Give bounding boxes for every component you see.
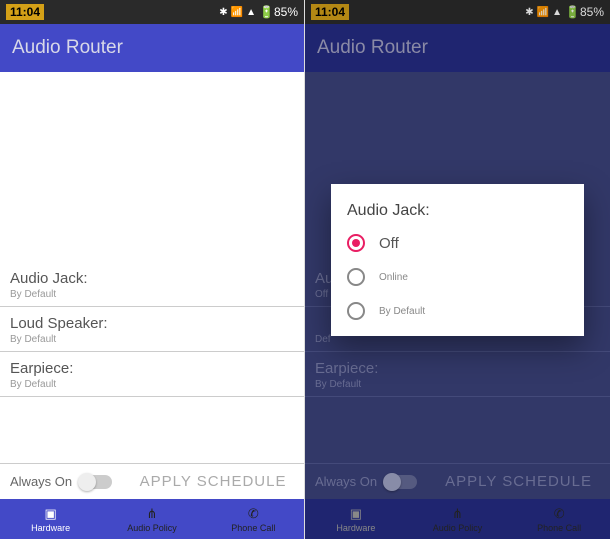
bottom-nav: ▣ Hardware ⋔ Audio Policy ✆ Phone Call (0, 499, 304, 539)
setting-earpiece: Earpiece: By Default (305, 352, 610, 397)
status-icons: ✱ 📶 ▲ 🔋85% (525, 5, 604, 19)
always-on-toggle (385, 475, 417, 489)
chip-icon: ▣ (350, 506, 362, 522)
apply-schedule-button: APPLY SCHEDULE (437, 473, 600, 490)
signal-icon: 📶 (231, 7, 243, 18)
phone-icon: ✆ (554, 506, 565, 522)
nav-phone-call: ✆ Phone Call (508, 499, 610, 539)
share-icon: ⋔ (452, 506, 463, 522)
setting-audio-jack[interactable]: Audio Jack: By Default (0, 262, 304, 307)
always-on-toggle[interactable] (80, 475, 112, 489)
share-icon: ⋔ (147, 506, 158, 522)
main-content: Audio Jack: By Default Loud Speaker: By … (0, 72, 304, 463)
chip-icon: ▣ (45, 506, 57, 522)
always-on-label: Always On (10, 474, 72, 489)
bluetooth-icon: ✱ (525, 7, 533, 18)
wifi-icon: ▲ (246, 7, 256, 18)
wifi-icon: ▲ (552, 7, 562, 18)
app-title: Audio Router (317, 37, 428, 59)
radio-option-off[interactable]: Off (347, 234, 568, 252)
status-bar: 11:04 ✱ 📶 ▲ 🔋85% (0, 0, 304, 24)
radio-icon (347, 234, 365, 252)
radio-icon (347, 268, 365, 286)
screen-left: 11:04 ✱ 📶 ▲ 🔋85% Audio Router Audio Jack… (0, 0, 305, 539)
bottom-row: Always On APPLY SCHEDULE (305, 463, 610, 499)
dialog-title: Audio Jack: (347, 202, 568, 220)
nav-audio-policy[interactable]: ⋔ Audio Policy (101, 499, 202, 539)
app-title: Audio Router (12, 37, 123, 59)
status-time: 11:04 (311, 4, 349, 20)
battery-indicator: 🔋85% (565, 5, 604, 19)
content-spacer (0, 72, 304, 262)
nav-hardware[interactable]: ▣ Hardware (0, 499, 101, 539)
nav-audio-policy: ⋔ Audio Policy (407, 499, 509, 539)
app-header: Audio Router (305, 24, 610, 72)
setting-earpiece[interactable]: Earpiece: By Default (0, 352, 304, 397)
nav-hardware: ▣ Hardware (305, 499, 407, 539)
bottom-row: Always On APPLY SCHEDULE (0, 463, 304, 499)
signal-icon: 📶 (537, 7, 549, 18)
setting-loud-speaker[interactable]: Loud Speaker: By Default (0, 307, 304, 352)
status-time: 11:04 (6, 4, 44, 20)
status-bar: 11:04 ✱ 📶 ▲ 🔋85% (305, 0, 610, 24)
phone-icon: ✆ (248, 506, 259, 522)
battery-indicator: 🔋85% (259, 5, 298, 19)
bottom-nav: ▣ Hardware ⋔ Audio Policy ✆ Phone Call (305, 499, 610, 539)
radio-option-online[interactable]: Online (347, 268, 568, 286)
bluetooth-icon: ✱ (219, 7, 227, 18)
radio-icon (347, 302, 365, 320)
screen-right: 11:04 ✱ 📶 ▲ 🔋85% Audio Router Au Off Def (305, 0, 610, 539)
nav-phone-call[interactable]: ✆ Phone Call (203, 499, 304, 539)
app-header: Audio Router (0, 24, 304, 72)
apply-schedule-button[interactable]: APPLY SCHEDULE (132, 473, 294, 490)
audio-jack-dialog: Audio Jack: Off Online By Default (331, 184, 584, 336)
always-on-label: Always On (315, 474, 377, 489)
radio-option-default[interactable]: By Default (347, 302, 568, 320)
status-icons: ✱ 📶 ▲ 🔋85% (219, 5, 298, 19)
